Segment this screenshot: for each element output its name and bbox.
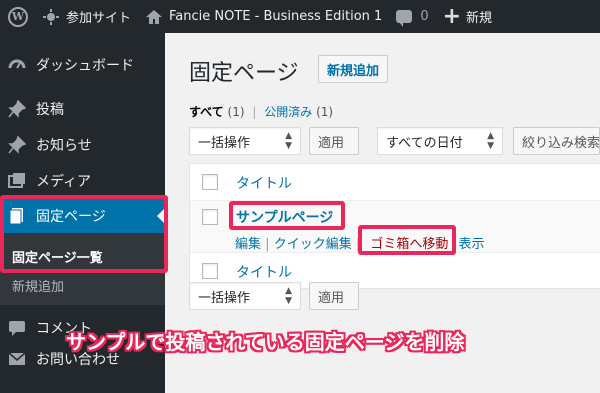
my-sites-label: 参加サイト <box>66 11 132 26</box>
bulk-action-select-bottom[interactable]: 一括操作 ▲ ▼ <box>189 282 301 310</box>
pages-table: タイトル サンプルページ タイトル <box>189 163 600 289</box>
dashboard-icon <box>8 56 26 74</box>
row-actions: 編集 | クイック編集 | ゴミ箱へ移動 表示 <box>235 233 485 252</box>
site-name-label: Fancie NOTE - Business Edition 1 <box>169 9 383 24</box>
comments-menu[interactable]: 0 <box>389 0 435 33</box>
bulk-action-value: 一括操作 <box>198 135 251 151</box>
select-all-checkbox-footer[interactable] <box>202 263 218 279</box>
media-icon <box>8 172 26 190</box>
new-content-label: 新規 <box>466 11 493 26</box>
date-filter-select[interactable]: すべての日付 ▲ ▼ <box>377 127 503 155</box>
sidebar-item-label: 投稿 <box>36 102 64 118</box>
add-new-page-button[interactable]: 新規追加 <box>318 55 389 83</box>
new-content-menu[interactable]: + 新規 <box>436 0 499 33</box>
submenu-add-new[interactable]: 新規追加 <box>12 276 64 295</box>
select-arrows-icon: ▲ ▼ <box>285 286 292 306</box>
column-title-sort-link[interactable]: タイトル <box>236 173 292 193</box>
admin-bar: 参加サイト Fancie NOTE - Business Edition 1 0… <box>0 0 600 33</box>
site-name-menu[interactable]: Fancie NOTE - Business Edition 1 <box>138 0 389 33</box>
wp-logo-button[interactable] <box>0 0 35 33</box>
sidebar-item-label: ダッシュボード <box>36 58 134 74</box>
page-title-link[interactable]: サンプルページ <box>236 207 333 227</box>
bulk-action-value: 一括操作 <box>198 290 251 306</box>
sidebar-item-label: 固定ページ <box>36 209 106 225</box>
sidebar-item-news[interactable]: お知らせ <box>0 127 165 163</box>
quick-edit-link[interactable]: クイック編集 <box>274 237 352 252</box>
pages-submenu: 固定ページ一覧 新規追加 <box>0 233 165 305</box>
comments-count: 0 <box>420 9 429 24</box>
comment-bubble-icon <box>396 10 413 27</box>
filter-separator: | <box>252 105 257 119</box>
apply-button-bottom[interactable]: 適用 <box>309 282 359 310</box>
sidebar-item-label: お知らせ <box>36 138 92 154</box>
table-header-row: タイトル <box>190 164 600 201</box>
apply-button-top[interactable]: 適用 <box>309 127 359 155</box>
column-title-sort-link-footer[interactable]: タイトル <box>236 262 292 282</box>
mail-icon <box>8 350 26 368</box>
wordpress-logo-icon <box>8 6 28 27</box>
row-checkbox[interactable] <box>202 209 218 225</box>
comment-icon <box>8 319 26 337</box>
select-arrows-icon: ▲ ▼ <box>487 131 494 151</box>
filter-published-count: (1) <box>316 105 334 119</box>
page-title: 固定ページ <box>189 61 299 86</box>
filter-button[interactable]: 絞り込み検索 <box>513 127 600 155</box>
select-all-checkbox[interactable] <box>202 174 218 190</box>
sidebar-item-pages[interactable]: 固定ページ <box>0 198 165 234</box>
bulk-action-select-top[interactable]: 一括操作 ▲ ▼ <box>189 127 301 155</box>
my-sites-icon <box>43 8 59 25</box>
sidebar-item-media[interactable]: メディア <box>0 163 165 199</box>
action-separator: | <box>355 237 361 252</box>
filter-published-link[interactable]: 公開済み <box>264 105 312 119</box>
trash-link[interactable]: ゴミ箱へ移動 <box>370 237 448 252</box>
my-sites-menu[interactable]: 参加サイト <box>35 0 138 33</box>
filter-all-count: (1) <box>227 105 245 119</box>
filter-all-link[interactable]: すべて <box>189 105 224 119</box>
sidebar-item-posts[interactable]: 投稿 <box>0 91 165 127</box>
sidebar-item-label: メディア <box>36 174 92 190</box>
select-arrows-icon: ▲ ▼ <box>285 131 292 151</box>
current-menu-arrow <box>157 208 165 224</box>
submenu-all-pages[interactable]: 固定ページ一覧 <box>12 247 103 266</box>
status-filter-links: すべて (1) | 公開済み (1) <box>189 103 333 120</box>
date-filter-value: すべての日付 <box>386 135 463 151</box>
pin-icon <box>8 100 26 118</box>
sidebar-item-dashboard[interactable]: ダッシュボード <box>0 47 165 83</box>
action-separator: | <box>265 237 270 252</box>
instruction-caption: サンプルで投稿されている固定ページを削除 <box>66 330 465 354</box>
home-icon <box>146 9 163 24</box>
view-link[interactable]: 表示 <box>459 237 485 252</box>
edit-link[interactable]: 編集 <box>235 237 261 252</box>
pin-icon <box>8 136 26 154</box>
page-icon <box>8 207 26 225</box>
plus-icon: + <box>442 3 462 29</box>
